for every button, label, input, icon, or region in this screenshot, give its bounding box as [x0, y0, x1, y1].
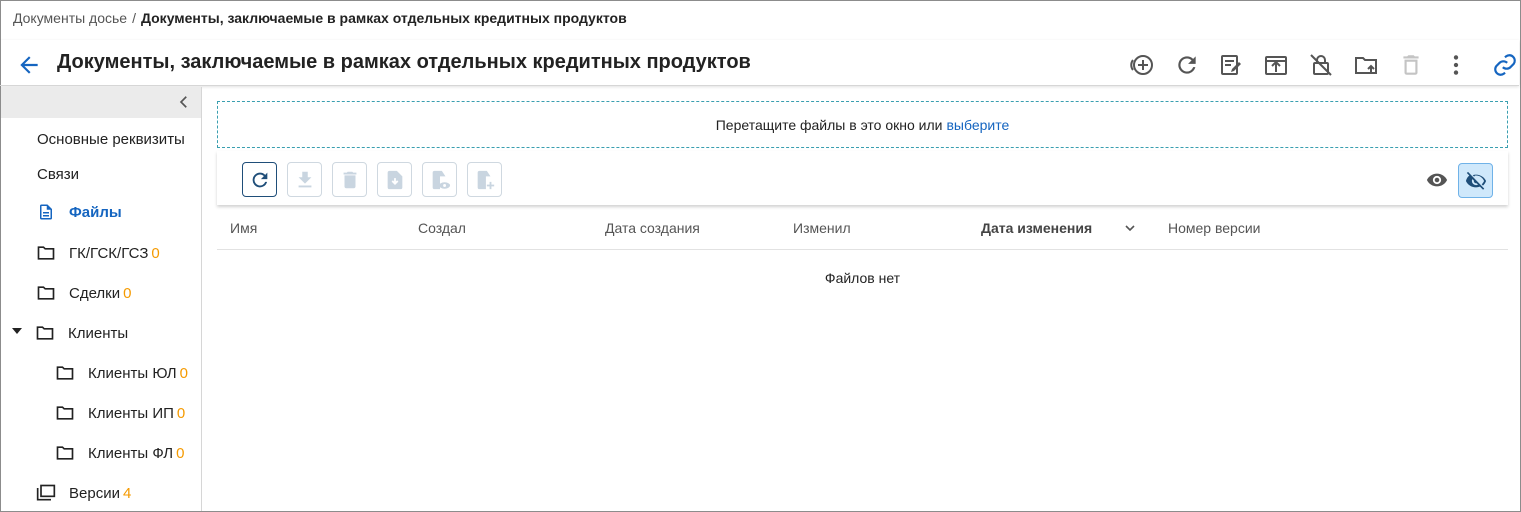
back-arrow-icon[interactable]: [16, 52, 44, 78]
column-modified-date[interactable]: Дата изменения: [981, 220, 1092, 236]
file-download-button[interactable]: [377, 162, 412, 197]
sidebar-item-label: Клиенты ЮЛ: [88, 364, 177, 382]
file-dropzone[interactable]: Перетащите файлы в это окно или выберите: [217, 101, 1508, 148]
column-name[interactable]: Имя: [230, 220, 257, 236]
chevron-down-icon[interactable]: [1124, 221, 1136, 233]
sidebar-item-main-details[interactable]: Основные реквизиты: [37, 131, 185, 148]
files-toolbar: [217, 151, 1508, 205]
sidebar-item-count: 0: [179, 364, 188, 382]
column-version-number[interactable]: Номер версии: [1168, 220, 1260, 236]
caret-down-icon[interactable]: [10, 324, 24, 338]
edit-document-icon[interactable]: [1216, 50, 1246, 80]
unlock-off-icon[interactable]: [1306, 50, 1336, 80]
sidebar-item-count: 0: [151, 244, 160, 262]
page-title: Документы, заключаемые в рамках отдельны…: [57, 51, 751, 73]
sidebar-item-label: Клиенты ИП: [88, 404, 174, 422]
sidebar-item-versions[interactable]: Версии 4: [36, 483, 131, 503]
upload-box-icon[interactable]: [1261, 50, 1291, 80]
sidebar-item-label: Клиенты: [68, 324, 129, 342]
sidebar-item-clients-ul[interactable]: Клиенты ЮЛ 0: [55, 363, 188, 383]
sidebar-item-files[interactable]: Файлы: [36, 202, 122, 222]
sidebar-item-deals[interactable]: Сделки 0: [36, 283, 131, 303]
chevron-left-icon[interactable]: [175, 93, 193, 111]
refresh-icon[interactable]: [1172, 50, 1202, 80]
trash-icon: [343, 171, 356, 188]
refresh-icon: [252, 172, 267, 187]
hide-toggle-button[interactable]: [1458, 163, 1493, 198]
files-table-header: Имя Создал Дата создания Изменил Дата из…: [217, 214, 1508, 250]
sidebar-item-label: Сделки: [69, 284, 121, 302]
sidebar-item-label: Основные реквизиты: [37, 131, 185, 148]
folder-icon: [55, 363, 75, 383]
file-download-icon: [387, 170, 402, 189]
sidebar-item-clients[interactable]: Клиенты: [35, 323, 128, 343]
breadcrumb-current: Документы, заключаемые в рамках отдельны…: [140, 10, 627, 26]
empty-table-message: Файлов нет: [824, 270, 901, 286]
column-modified-by[interactable]: Изменил: [793, 220, 851, 236]
breadcrumb: Документы досье / Документы, заключаемые…: [13, 10, 627, 26]
folder-icon: [55, 443, 75, 463]
sidebar-collapse-bar: [1, 87, 201, 118]
folder-icon: [36, 283, 56, 303]
sidebar-item-gk[interactable]: ГК/ГСК/ГСЗ 0: [36, 243, 160, 263]
sidebar-item-clients-ip[interactable]: Клиенты ИП 0: [55, 403, 185, 423]
folder-icon: [35, 323, 55, 343]
column-created-date[interactable]: Дата создания: [605, 220, 700, 236]
sidebar-item-label: ГК/ГСК/ГСЗ: [69, 244, 149, 262]
eye-icon[interactable]: [1425, 169, 1449, 191]
sidebar-item-label: Файлы: [69, 203, 122, 221]
delete-icon[interactable]: [1396, 50, 1426, 80]
page-header: Документы, заключаемые в рамках отдельны…: [0, 40, 1519, 86]
sidebar-item-clients-fl[interactable]: Клиенты ФЛ 0: [55, 443, 184, 463]
sidebar-item-label: Связи: [37, 166, 80, 183]
eye-off-icon: [1465, 171, 1486, 190]
refresh-button[interactable]: [242, 162, 277, 197]
sidebar-item-label: Клиенты ФЛ: [88, 444, 174, 462]
sidebar-item-count: 4: [122, 484, 132, 502]
sidebar-item-count: 0: [176, 404, 186, 422]
document-icon: [36, 202, 56, 222]
file-eye-icon: [432, 170, 450, 189]
file-preview-button[interactable]: [422, 162, 457, 197]
download-button[interactable]: [287, 162, 322, 197]
more-vert-icon[interactable]: [1441, 50, 1471, 80]
choose-files-link[interactable]: выберите: [946, 117, 1009, 133]
breadcrumb-separator: /: [132, 10, 136, 26]
sidebar-item-count: 0: [176, 444, 185, 462]
delete-file-button[interactable]: [332, 162, 367, 197]
download-icon: [298, 171, 311, 187]
dropzone-text: Перетащите файлы в это окно или: [715, 116, 943, 133]
sidebar-item-count: 0: [123, 284, 132, 302]
sidebar-item-label: Версии: [69, 484, 120, 502]
add-circle-icon[interactable]: [1126, 50, 1156, 80]
file-plus-icon: [477, 170, 494, 189]
link-icon[interactable]: [1490, 50, 1520, 80]
breadcrumb-parent[interactable]: Документы досье: [13, 10, 127, 26]
stacked-folders-icon: [36, 483, 56, 503]
folder-icon: [36, 243, 56, 263]
sidebar-item-links[interactable]: Связи: [37, 166, 79, 183]
folder-upload-icon[interactable]: [1351, 50, 1381, 80]
folder-icon: [55, 403, 75, 423]
file-add-button[interactable]: [467, 162, 502, 197]
column-created-by[interactable]: Создал: [418, 220, 466, 236]
